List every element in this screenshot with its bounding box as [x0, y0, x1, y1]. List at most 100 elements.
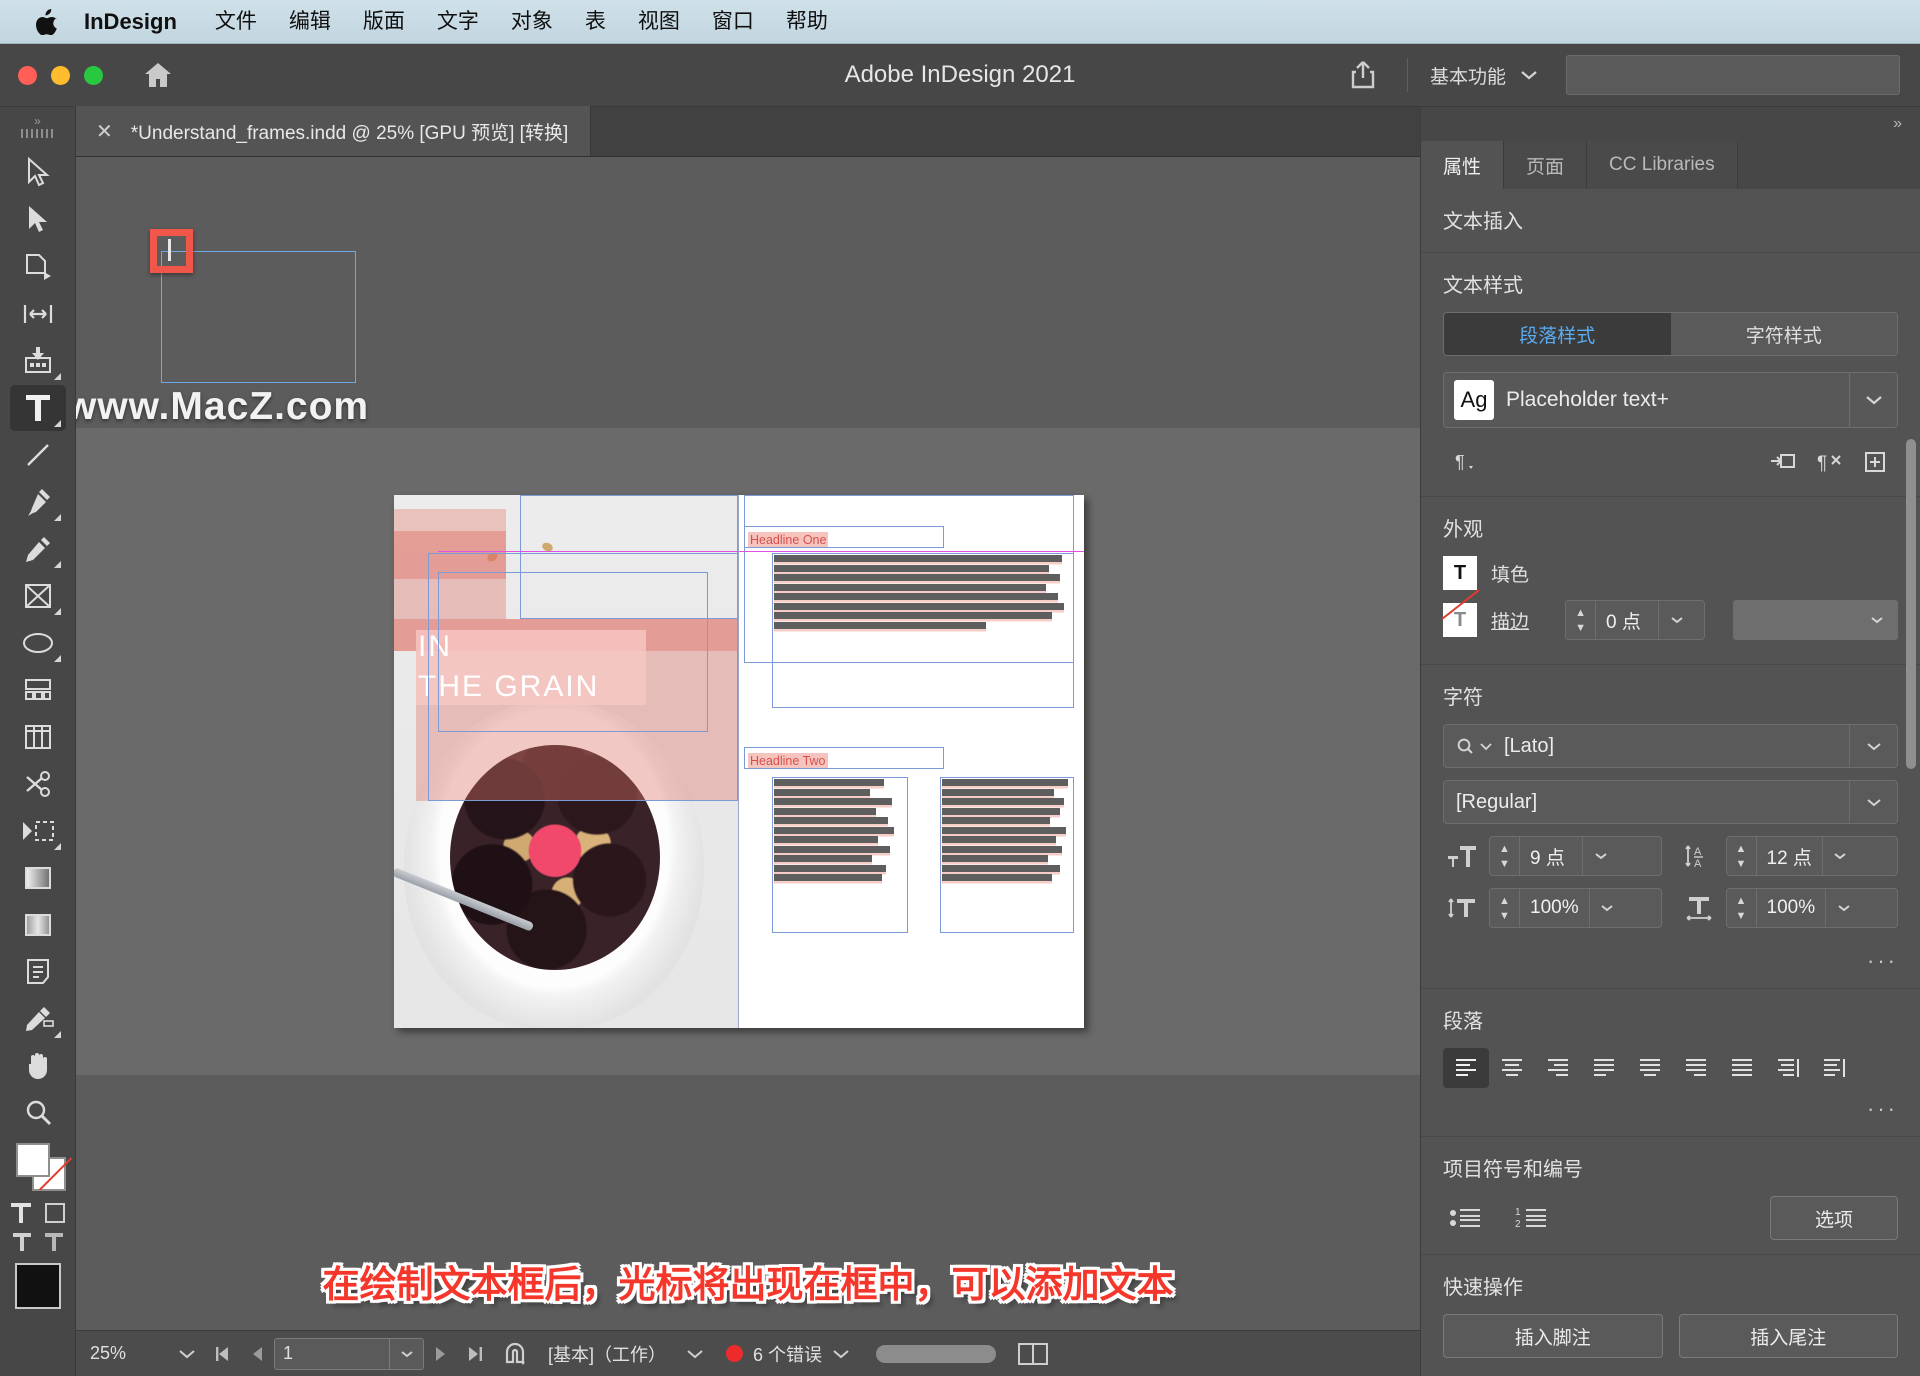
workspace-selector[interactable]: 基本功能 — [1430, 62, 1538, 89]
toolbar-drag-handle[interactable] — [20, 129, 55, 138]
maximize-window-button[interactable] — [84, 65, 103, 85]
menu-help[interactable]: 帮助 — [770, 0, 844, 44]
zoom-tool[interactable] — [10, 1090, 66, 1136]
gradient-swatch-tool[interactable] — [10, 855, 66, 901]
normal-view-mode-button[interactable] — [14, 1263, 61, 1309]
format-text-icon[interactable] — [11, 1231, 33, 1253]
menu-table[interactable]: 表 — [569, 0, 622, 44]
master-page-icon[interactable] — [492, 1342, 538, 1366]
tool-flyout-indicator[interactable] — [53, 514, 61, 521]
bullets-options-button[interactable]: 选项 — [1770, 1196, 1898, 1240]
stepper-arrows-icon[interactable]: ▲ ▼ — [1727, 837, 1757, 875]
insert-endnote-button[interactable]: 插入尾注 — [1678, 1314, 1898, 1358]
menu-object[interactable]: 对象 — [495, 0, 569, 44]
tab-properties[interactable]: 属性 — [1421, 141, 1505, 189]
chevron-down-icon[interactable] — [389, 1338, 423, 1369]
chevron-down-icon[interactable] — [1849, 725, 1897, 767]
stepper-arrows-icon[interactable]: ▲ ▼ — [1490, 889, 1520, 927]
eyedropper-tool[interactable] — [10, 996, 66, 1042]
stepper-arrows-icon[interactable]: ▲ ▼ — [1727, 889, 1757, 927]
align-center-icon[interactable] — [1489, 1048, 1535, 1088]
frame-tool[interactable] — [10, 573, 66, 619]
justify-right-icon[interactable] — [1673, 1048, 1719, 1088]
tool-flyout-indicator[interactable] — [53, 420, 61, 427]
next-page-icon[interactable] — [424, 1345, 458, 1363]
character-more-options[interactable]: ··· — [1443, 940, 1898, 974]
character-styles-button[interactable]: 字符样式 — [1670, 313, 1897, 355]
stepper-arrows-icon[interactable]: ▲ ▼ — [1566, 601, 1597, 639]
gap-tool[interactable] — [10, 291, 66, 337]
minimize-window-button[interactable] — [51, 65, 70, 85]
free-transform-tool[interactable] — [10, 667, 66, 713]
panel-scrollbar[interactable] — [1906, 439, 1916, 769]
master-page-label[interactable]: [基本]（工作） — [538, 1341, 676, 1367]
font-style-field[interactable]: [Regular] — [1443, 780, 1898, 824]
tab-cc-libraries[interactable]: CC Libraries — [1587, 141, 1738, 189]
chevron-down-icon[interactable] — [1849, 373, 1897, 427]
transform-tool[interactable] — [10, 808, 66, 854]
numbered-list-icon[interactable]: 12 — [1509, 1198, 1555, 1238]
justify-center-icon[interactable] — [1627, 1048, 1673, 1088]
fill-swatch[interactable] — [15, 1143, 50, 1177]
vertical-scale-stepper[interactable]: ▲ ▼ 100% — [1489, 888, 1662, 928]
close-icon[interactable]: ✕ — [96, 119, 113, 144]
menubar-app-name[interactable]: InDesign — [84, 0, 199, 44]
stepper-arrows-icon[interactable]: ▲ ▼ — [1490, 837, 1520, 875]
headline-two-frame[interactable] — [744, 747, 944, 769]
zoom-dropdown-icon[interactable] — [168, 1348, 206, 1360]
page-spread[interactable]: IN THE GRAIN Headline One Headline Two — [394, 495, 1084, 1028]
format-frame-icon[interactable] — [43, 1231, 65, 1253]
chevron-down-icon[interactable] — [1582, 837, 1618, 875]
zoom-level[interactable]: 25% — [90, 1343, 168, 1364]
search-input[interactable] — [1566, 55, 1900, 95]
page-left[interactable]: IN THE GRAIN — [394, 495, 738, 1028]
text-stroke-none-icon[interactable]: T — [1443, 603, 1477, 637]
stroke-weight-stepper[interactable]: ▲ ▼ 0 点 — [1565, 600, 1706, 640]
insert-variable-icon[interactable] — [1760, 445, 1806, 479]
fill-stroke-controls[interactable] — [10, 1141, 66, 1195]
menu-type[interactable]: 文字 — [421, 0, 495, 44]
ellipse-tool[interactable] — [10, 620, 66, 666]
apple-logo-icon[interactable] — [36, 8, 58, 35]
spread-view-icon[interactable] — [1018, 1342, 1049, 1365]
chevron-down-icon[interactable] — [1849, 781, 1897, 823]
chevron-down-icon[interactable] — [1658, 601, 1694, 639]
column-tool[interactable] — [10, 714, 66, 760]
text-format-icon[interactable] — [9, 1201, 33, 1225]
error-dropdown-icon[interactable] — [822, 1348, 860, 1360]
tool-flyout-indicator[interactable] — [53, 655, 61, 662]
paragraph-styles-button[interactable]: 段落样式 — [1444, 313, 1671, 355]
page-right[interactable]: Headline One Headline Two — [738, 495, 1084, 1028]
collapse-panel-icon[interactable]: » — [1421, 107, 1920, 141]
scissors-tool[interactable] — [10, 761, 66, 807]
paragraph-more-options[interactable]: ··· — [1443, 1088, 1898, 1122]
gradient-feather-tool[interactable] — [10, 902, 66, 948]
menu-layout[interactable]: 版面 — [347, 0, 421, 44]
tool-flyout-indicator[interactable] — [53, 561, 61, 568]
paragraph-style-icon[interactable]: ¶ — [1443, 445, 1489, 479]
align-toward-spine-icon[interactable] — [1765, 1048, 1811, 1088]
line-tool[interactable] — [10, 432, 66, 478]
document-tab[interactable]: ✕ *Understand_frames.indd @ 25% [GPU 预览]… — [76, 106, 592, 156]
menu-window[interactable]: 窗口 — [696, 0, 770, 44]
toolbar-expand-icon[interactable]: » — [18, 113, 58, 129]
new-style-icon[interactable] — [1852, 445, 1898, 479]
headline-one-frame[interactable] — [744, 526, 944, 548]
direct-selection-tool[interactable] — [10, 197, 66, 243]
tool-flyout-indicator[interactable] — [53, 373, 61, 380]
pen-tool[interactable] — [10, 479, 66, 525]
error-status[interactable]: 6 个错误 — [726, 1341, 822, 1367]
pencil-tool[interactable] — [10, 526, 66, 572]
tool-flyout-indicator[interactable] — [53, 843, 61, 850]
selection-tool[interactable] — [10, 150, 66, 196]
bulleted-list-icon[interactable] — [1443, 1198, 1489, 1238]
horizontal-scale-stepper[interactable]: ▲ ▼ 100% — [1725, 888, 1898, 928]
clear-overrides-icon[interactable]: ¶ — [1806, 445, 1852, 479]
menu-file[interactable]: 文件 — [199, 0, 273, 44]
tool-flyout-indicator[interactable] — [53, 608, 61, 615]
first-page-icon[interactable] — [206, 1345, 240, 1363]
last-page-icon[interactable] — [458, 1345, 492, 1363]
close-window-button[interactable] — [18, 65, 37, 85]
content-collector-tool[interactable] — [10, 338, 66, 384]
type-tool[interactable] — [9, 385, 66, 431]
